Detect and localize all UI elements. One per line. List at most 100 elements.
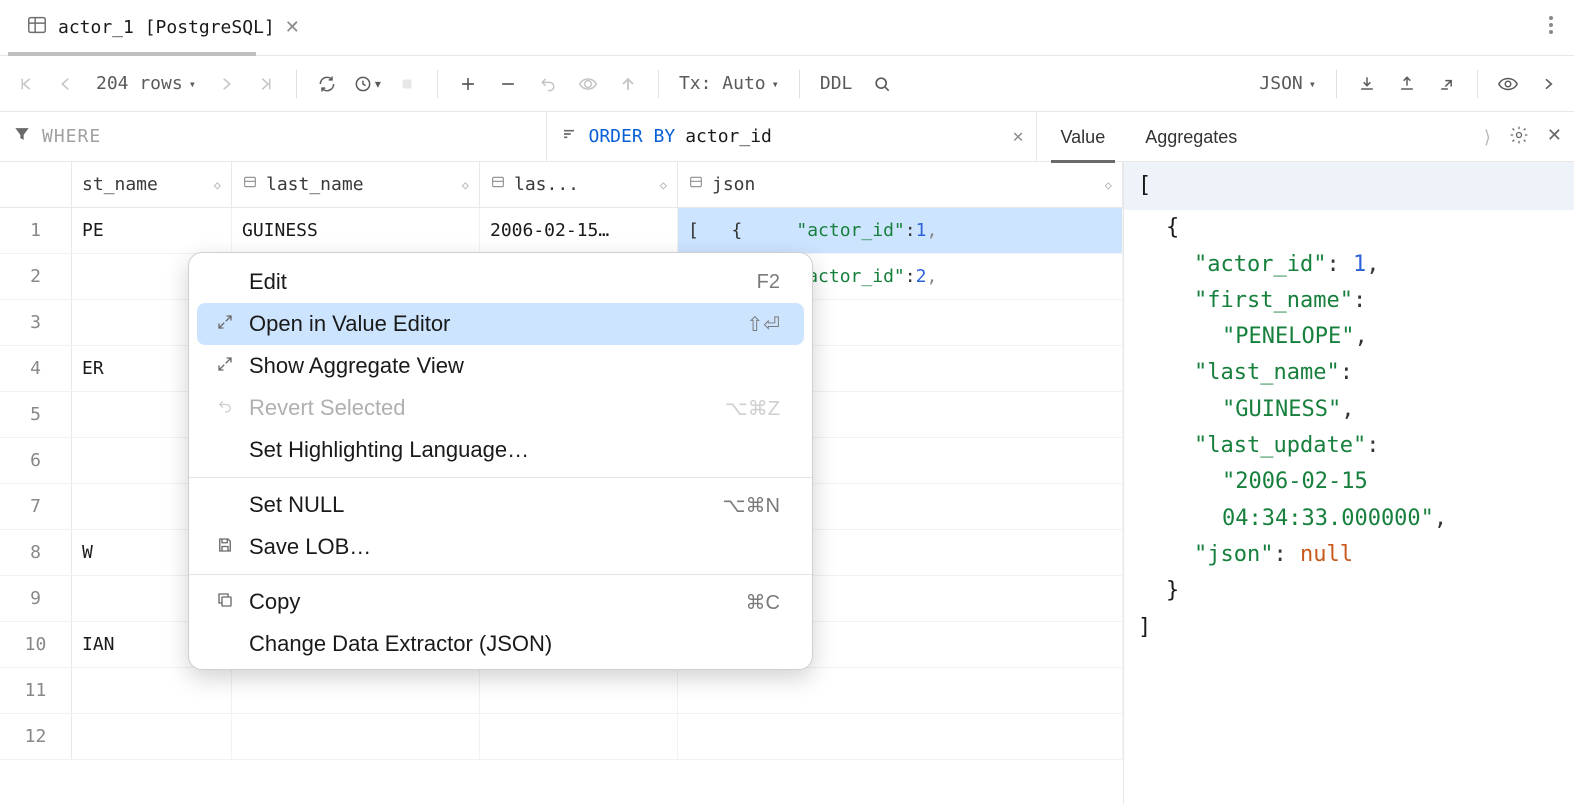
sort-icon	[559, 124, 579, 149]
stop-button[interactable]	[389, 66, 425, 102]
search-button[interactable]	[864, 66, 900, 102]
tab-more-menu[interactable]	[1536, 14, 1566, 41]
column-header-json[interactable]: json ◇	[678, 162, 1123, 207]
table-icon	[26, 14, 48, 41]
context-menu-separator	[189, 477, 812, 478]
ctx-set-null[interactable]: Set NULL ⌥⌘N	[197, 484, 804, 526]
col-label: st_name	[82, 174, 158, 195]
import-button[interactable]	[1389, 66, 1425, 102]
ctx-show-aggregate[interactable]: Show Aggregate View	[197, 345, 804, 387]
refresh-button[interactable]	[309, 66, 345, 102]
row-number: 8	[0, 530, 72, 575]
row-number: 11	[0, 668, 72, 713]
expand-button[interactable]	[1530, 66, 1566, 102]
cell-last-name[interactable]	[232, 714, 480, 759]
scroll-indicator: ⟩	[1478, 127, 1497, 148]
ctx-change-extractor[interactable]: Change Data Extractor (JSON)	[197, 623, 804, 665]
row-number: 10	[0, 622, 72, 667]
table-row[interactable]: 12	[0, 714, 1123, 760]
cell-first-name[interactable]: PE	[72, 208, 232, 253]
copy-import-button[interactable]	[1429, 66, 1465, 102]
tx-mode-dropdown[interactable]: Tx: Auto ▾	[671, 73, 787, 94]
last-page-button[interactable]	[248, 66, 284, 102]
ctx-copy[interactable]: Copy ⌘C	[197, 581, 804, 623]
row-count-dropdown[interactable]: 204 rows ▾	[88, 73, 204, 94]
ctx-label: Change Data Extractor (JSON)	[249, 631, 552, 657]
sort-icon[interactable]: ◇	[462, 178, 469, 192]
close-panel-icon[interactable]: ✕	[1543, 121, 1566, 154]
add-row-button[interactable]	[450, 66, 486, 102]
side-panel-actions: ✕	[1505, 121, 1566, 154]
next-page-button[interactable]	[208, 66, 244, 102]
row-number: 7	[0, 484, 72, 529]
cell-last-update[interactable]	[480, 668, 678, 713]
ctx-shortcut: ⌘C	[746, 590, 780, 615]
sort-icon[interactable]: ◇	[660, 178, 667, 192]
cell-last-update[interactable]	[480, 714, 678, 759]
orderby-value: actor_id	[685, 126, 772, 147]
toolbar-separator	[1336, 70, 1337, 98]
tab-underline	[8, 52, 256, 56]
cell-first-name[interactable]	[72, 714, 232, 759]
first-page-button[interactable]	[8, 66, 44, 102]
toolbar-separator	[296, 70, 297, 98]
copy-icon	[213, 589, 237, 615]
table-row[interactable]: 1PEGUINESS2006-02-15…[ { "actor_id": 1,	[0, 208, 1123, 254]
preview-changes-button[interactable]	[570, 66, 606, 102]
orderby-filter[interactable]: ORDER BY actor_id ✕	[547, 112, 1037, 161]
ctx-open-value-editor[interactable]: Open in Value Editor ⇧⏎	[197, 303, 804, 345]
table-row[interactable]: 11	[0, 668, 1123, 714]
col-label: json	[712, 174, 755, 195]
column-header-last-name[interactable]: last_name ◇	[232, 162, 480, 207]
ddl-button[interactable]: DDL	[812, 73, 861, 94]
row-number: 2	[0, 254, 72, 299]
ctx-save-lob[interactable]: Save LOB…	[197, 526, 804, 568]
schedule-button[interactable]: ▾	[349, 66, 385, 102]
cell-last-name[interactable]	[232, 668, 480, 713]
column-header-last-update[interactable]: las... ◇	[480, 162, 678, 207]
tab-aggregates[interactable]: Aggregates	[1129, 117, 1253, 158]
chevron-down-icon: ▾	[375, 77, 381, 91]
orderby-keyword: ORDER BY	[589, 126, 676, 147]
expand-icon	[213, 353, 237, 379]
cell-first-name[interactable]	[72, 668, 232, 713]
col-label: last_name	[266, 174, 364, 195]
view-mode-button[interactable]	[1490, 66, 1526, 102]
close-icon[interactable]: ✕	[1013, 126, 1024, 147]
submit-button[interactable]	[610, 66, 646, 102]
column-type-icon	[242, 174, 258, 195]
tab-title: actor_1 [PostgreSQL]	[58, 17, 275, 38]
close-icon[interactable]: ✕	[285, 17, 300, 38]
export-button[interactable]	[1349, 66, 1385, 102]
cell-last-name[interactable]: GUINESS	[232, 208, 480, 253]
value-json-viewer[interactable]: [ { "actor_id": 1, "first_name": "PENELO…	[1124, 162, 1574, 804]
delete-row-button[interactable]	[490, 66, 526, 102]
export-format-dropdown[interactable]: JSON ▾	[1251, 73, 1324, 94]
json-key: "first_name"	[1194, 288, 1353, 313]
where-filter[interactable]: WHERE	[0, 112, 547, 161]
ctx-shortcut: ⌥⌘Z	[725, 396, 780, 421]
cell-last-update[interactable]: 2006-02-15…	[480, 208, 678, 253]
tab-actor1[interactable]: actor_1 [PostgreSQL] ✕	[8, 0, 318, 55]
cell-json[interactable]	[678, 668, 1123, 713]
column-header-first-name[interactable]: st_name ◇	[72, 162, 232, 207]
cell-json[interactable]	[678, 714, 1123, 759]
gear-icon[interactable]	[1505, 121, 1533, 154]
ctx-shortcut: ⇧⏎	[746, 312, 780, 337]
ctx-edit[interactable]: Edit F2	[197, 261, 804, 303]
cell-json[interactable]: [ { "actor_id": 1,	[678, 208, 1123, 253]
context-menu: Edit F2 Open in Value Editor ⇧⏎ Show Agg…	[188, 252, 813, 670]
ctx-highlight-language[interactable]: Set Highlighting Language…	[197, 429, 804, 471]
revert-button[interactable]	[530, 66, 566, 102]
sort-icon[interactable]: ◇	[214, 178, 221, 192]
json-key: "last_name"	[1194, 360, 1340, 385]
toolbar-separator	[1477, 70, 1478, 98]
json-value: 04:34:33.000000"	[1222, 506, 1434, 531]
sort-icon[interactable]: ◇	[1105, 178, 1112, 192]
column-type-icon	[688, 174, 704, 195]
tab-value[interactable]: Value	[1045, 117, 1122, 158]
ctx-shortcut: ⌥⌘N	[723, 493, 781, 518]
prev-page-button[interactable]	[48, 66, 84, 102]
ctx-label: Open in Value Editor	[249, 311, 450, 337]
chevron-down-icon: ▾	[189, 77, 196, 91]
